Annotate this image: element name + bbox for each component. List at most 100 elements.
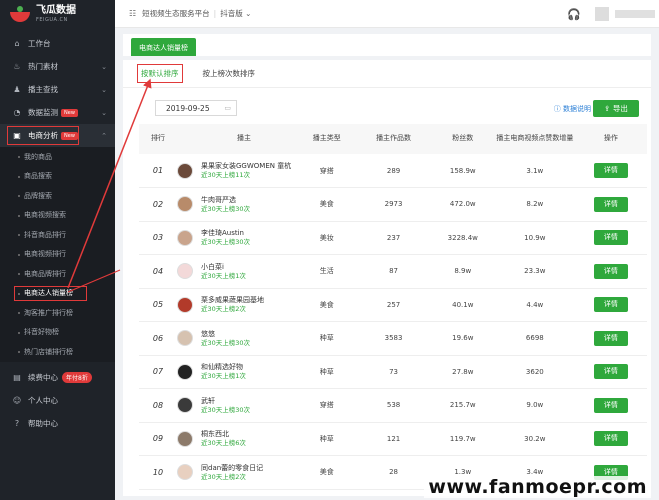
anchor-name[interactable]: 悠悠 <box>201 330 250 339</box>
highlight-box <box>7 126 79 145</box>
avatar[interactable] <box>595 7 609 21</box>
anchor-name[interactable]: 栗多威果蔬果园基地 <box>201 296 264 305</box>
sidebar-subitem-label: 淘客推广排行榜 <box>24 308 73 317</box>
avatar[interactable] <box>177 229 193 246</box>
table-row: 06 悠悠 近30天上榜30次 种草 3583 19.6w 6698 详情 <box>139 322 647 355</box>
detail-button[interactable]: 详情 <box>593 397 628 413</box>
monitor-icon: ◔ <box>13 108 21 117</box>
anchor-name[interactable]: 和仙精选好物 <box>201 363 246 372</box>
sort-tab-by-count[interactable]: 按上榜次数排序 <box>201 64 258 83</box>
anchor-cell: 果果家女装GGWOMEN 童杭 近30天上榜11次 <box>177 154 297 188</box>
avatar[interactable] <box>177 363 193 380</box>
sidebar-subitem-4[interactable]: 抖音商品排行 <box>0 225 115 245</box>
filter-controls: 2019-09-25 ▭ ⓘ 数据说明 ⇪ 导出 <box>123 88 651 124</box>
sidebar-item-4[interactable]: ▣ 电商分析 New ⌃ <box>0 124 115 147</box>
export-button[interactable]: ⇪ 导出 <box>593 100 639 117</box>
sidebar-subitem-7[interactable]: 电商达人销量榜 <box>0 284 115 304</box>
likes-cell: 23.3w <box>524 267 546 276</box>
rank-cell: 01 <box>152 166 164 175</box>
sidebar-subitem-5[interactable]: 电商视频排行 <box>0 245 115 265</box>
date-picker[interactable]: 2019-09-25 ▭ <box>155 100 237 116</box>
rank-cell: 02 <box>152 199 164 209</box>
anchor-cell: 桐东西北 近30天上榜6次 <box>177 422 297 456</box>
avatar[interactable] <box>177 196 193 213</box>
data-explanation-link[interactable]: ⓘ 数据说明 <box>554 104 591 114</box>
anchor-name[interactable]: 果果家女装GGWOMEN 童杭 <box>201 162 291 171</box>
works-cell: 73 <box>389 367 399 376</box>
anchor-cell: 和仙精选好物 近30天上榜1次 <box>177 355 297 389</box>
works-cell: 121 <box>386 434 401 443</box>
sidebar-item-label: 工作台 <box>28 39 51 48</box>
highlight-box <box>14 285 87 301</box>
anchor-name[interactable]: 牛肉哥严选 <box>201 196 250 205</box>
anchor-name[interactable]: 小白菜i <box>201 263 246 272</box>
chevron-down-icon: ⌄ <box>101 62 107 71</box>
table-row: 05 栗多威果蔬果园基地 近30天上榜2次 美食 257 40.1w 4.4w 详情 <box>139 288 647 322</box>
sidebar-item-label: 播主查找 <box>28 85 58 94</box>
appearance-note: 近30天上榜6次 <box>201 439 246 448</box>
action-cell: 详情 <box>575 355 647 389</box>
sidebar-item-3[interactable]: ◔ 数据监测 New ⌄ <box>0 101 115 124</box>
appearance-note: 近30天上榜30次 <box>201 238 251 247</box>
headset-icon[interactable]: 🎧 <box>567 8 581 21</box>
sidebar-bottom-item-1[interactable]: ☺ 个人中心 <box>0 389 115 412</box>
user-icon: ♟ <box>13 85 21 94</box>
anchor-name[interactable]: 同dan蕾的零食日记 <box>201 464 263 473</box>
rank-cell: 07 <box>152 367 164 377</box>
chevron-up-icon: ⌃ <box>101 131 107 140</box>
works-cell: 289 <box>386 166 401 175</box>
sidebar-subitem-8[interactable]: 淘客推广排行榜 <box>0 303 115 323</box>
detail-button[interactable]: 详情 <box>593 330 628 346</box>
sidebar-subitem-6[interactable]: 电商品牌排行 <box>0 264 115 284</box>
sidebar-item-0[interactable]: ⌂ 工作台 <box>0 32 115 55</box>
table-row: 07 和仙精选好物 近30天上榜1次 种草 73 27.8w 3620 详情 <box>139 355 647 389</box>
table-row: 09 桐东西北 近30天上榜6次 种草 121 119.7w 30.2w 详情 <box>139 422 647 456</box>
sidebar-subitem-9[interactable]: 抖音好物榜 <box>0 323 115 343</box>
avatar[interactable] <box>177 464 193 481</box>
works-cell: 2973 <box>384 200 403 209</box>
sidebar-subitem-10[interactable]: 热门店铺排行榜 <box>0 342 115 362</box>
avatar[interactable] <box>177 296 193 313</box>
fans-cell: 158.9w <box>449 166 476 175</box>
detail-button[interactable]: 详情 <box>593 431 628 447</box>
rank-cell: 06 <box>152 333 164 343</box>
brand-logo[interactable]: 飞瓜数据 FEIGUA.CN <box>0 0 115 28</box>
sidebar-bottom-item-2[interactable]: ? 帮助中心 <box>0 412 115 435</box>
anchor-name[interactable]: 李佳琦Austin <box>201 229 250 238</box>
works-cell: 257 <box>386 300 401 309</box>
sort-tab-default[interactable]: 按默认排序 <box>137 64 183 83</box>
detail-button[interactable]: 详情 <box>593 297 628 313</box>
tab-sales-ranking[interactable]: 电商达人销量榜 <box>131 38 196 56</box>
sidebar-subitem-2[interactable]: 品牌搜索 <box>0 186 115 206</box>
username-redacted[interactable] <box>615 10 655 18</box>
type-cell: 穿搭 <box>319 166 334 175</box>
sidebar-subitem-3[interactable]: 电商视频搜索 <box>0 206 115 226</box>
detail-button[interactable]: 详情 <box>593 263 628 279</box>
menu-grid-icon[interactable]: ☷ <box>129 9 136 18</box>
sidebar-bottom-item-0[interactable]: ▤ 续费中心 年付8折 <box>0 366 115 389</box>
sidebar-item-2[interactable]: ♟ 播主查找 ⌄ <box>0 78 115 101</box>
detail-button[interactable]: 详情 <box>593 230 628 246</box>
avatar[interactable] <box>177 397 193 414</box>
appearance-note: 近30天上榜1次 <box>201 372 246 381</box>
detail-button[interactable]: 详情 <box>593 163 628 178</box>
rank-cell: 08 <box>152 400 164 410</box>
page-tab-bar: 电商达人销量榜 <box>123 34 651 56</box>
sidebar-subitem-1[interactable]: 商品搜索 <box>0 167 115 187</box>
avatar[interactable] <box>177 330 193 347</box>
detail-button[interactable]: 详情 <box>593 364 628 380</box>
avatar[interactable] <box>177 162 193 179</box>
top-bar: ☷ 短视频生态服务平台 | 抖音版 ⌄ 🎧 <box>115 0 659 28</box>
platform-name[interactable]: 短视频生态服务平台 <box>142 8 210 19</box>
sidebar-item-1[interactable]: ♨ 热门素材 ⌄ <box>0 55 115 78</box>
version-selector[interactable]: 抖音版 ⌄ <box>220 8 251 19</box>
anchor-name[interactable]: 武轩 <box>201 397 250 406</box>
sidebar-subitem-label: 抖音商品排行 <box>24 230 66 239</box>
avatar[interactable] <box>177 430 193 447</box>
sidebar-subitem-0[interactable]: 我的商品 <box>0 147 115 167</box>
home-icon: ⌂ <box>14 39 20 48</box>
avatar[interactable] <box>177 263 193 280</box>
new-badge: New <box>61 108 78 117</box>
detail-button[interactable]: 详情 <box>593 196 628 212</box>
anchor-name[interactable]: 桐东西北 <box>201 430 246 439</box>
